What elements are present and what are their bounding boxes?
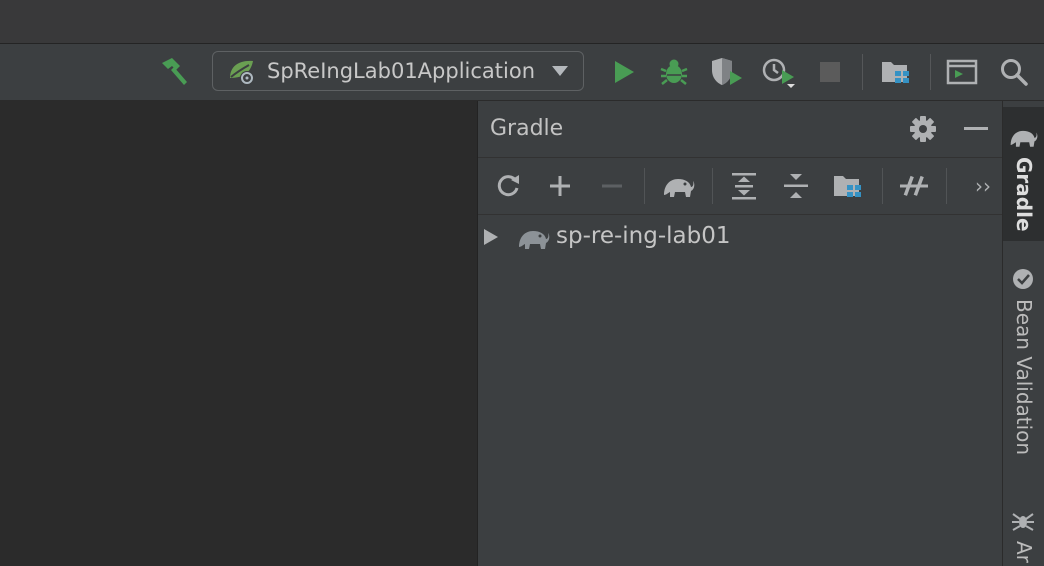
tab-gradle[interactable]: Gradle [1003,107,1044,241]
gear-icon[interactable] [908,114,938,148]
bean-validation-icon [1011,267,1035,295]
play-icon[interactable] [606,44,642,100]
tab-bean-validation[interactable]: Bean Validation [1003,261,1044,481]
offline-icon[interactable] [894,158,934,214]
minimize-icon[interactable] [962,115,990,147]
gradle-panel-toolbar: ›› [478,157,1002,215]
tab-gradle-label: Gradle [1012,157,1036,232]
spring-boot-icon [227,56,259,86]
more-actions-button[interactable]: ›› [968,158,998,214]
terminal-icon[interactable] [942,44,982,100]
tree-row[interactable]: sp-re-ing-lab01 [478,217,1002,261]
collapse-all-icon[interactable] [778,158,814,214]
run-configuration-selector[interactable]: SpReIngLab01Application [212,51,584,91]
spider-icon [1011,509,1035,537]
hammer-icon[interactable] [152,44,192,100]
elephant-icon [516,225,550,255]
main-toolbar: SpReIngLab01Application [0,44,1044,101]
editor-area[interactable] [0,101,478,566]
stop-icon[interactable] [812,44,848,100]
minus-icon [594,158,630,214]
gradle-panel-header: Gradle [478,101,1002,157]
tab-ar-label: Ar [1012,541,1036,563]
elephant-icon [1008,125,1038,153]
expand-arrow-icon[interactable] [482,227,500,251]
profiler-icon[interactable] [758,44,798,100]
window-title-bar [0,0,1044,44]
run-configuration-label: SpReIngLab01Application [267,59,536,83]
shield-run-icon[interactable] [706,44,746,100]
folder-grid-icon[interactable] [876,44,916,100]
elephant-icon[interactable] [658,158,698,214]
tab-bean-validation-label: Bean Validation [1012,299,1036,456]
right-tool-strip: Gradle Bean Validation Ar [1002,101,1044,566]
gradle-tool-window: Gradle ›› sp-re-ing-lab01 [478,101,1002,566]
chevron-down-icon [551,65,569,77]
expand-all-icon[interactable] [726,158,762,214]
refresh-icon[interactable] [490,158,526,214]
gradle-panel-title: Gradle [490,116,564,141]
tab-ar[interactable]: Ar [1003,503,1044,566]
plus-icon[interactable] [542,158,578,214]
folder-grid-icon[interactable] [828,158,868,214]
tree-item-label: sp-re-ing-lab01 [556,223,731,249]
search-icon[interactable] [994,44,1034,100]
bug-icon[interactable] [656,44,692,100]
